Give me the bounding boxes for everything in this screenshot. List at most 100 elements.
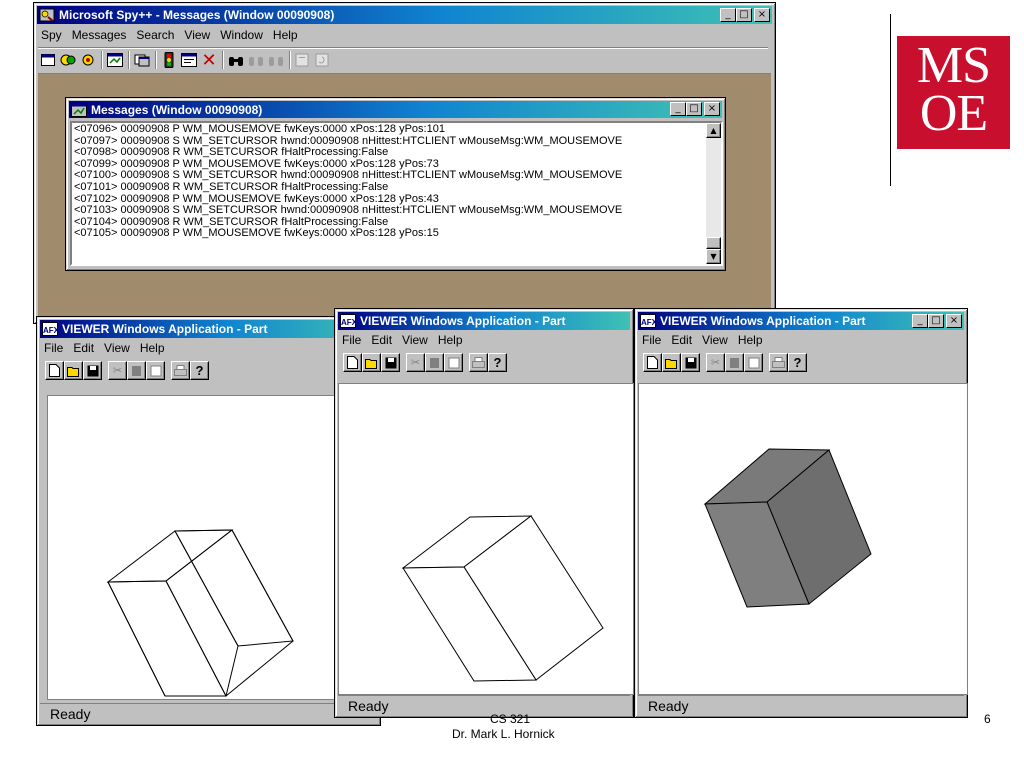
cut-icon[interactable]: ✂ bbox=[108, 361, 127, 380]
messages-title-text: Messages (Window 00090908) bbox=[91, 102, 263, 117]
scroll-up-arrow-icon[interactable]: ▲ bbox=[706, 123, 721, 138]
scroll-thumb[interactable] bbox=[706, 237, 721, 249]
messages-title-bar[interactable]: Messages (Window 00090908) bbox=[69, 101, 722, 118]
menu-file[interactable]: File bbox=[339, 331, 368, 349]
close-button[interactable]: × bbox=[754, 8, 770, 22]
menu-edit[interactable]: Edit bbox=[70, 339, 101, 357]
menu-file[interactable]: File bbox=[41, 339, 70, 357]
paste-icon[interactable] bbox=[444, 353, 463, 372]
toolbar-separator bbox=[155, 51, 156, 69]
menu-window[interactable]: Window bbox=[217, 26, 270, 44]
menu-file[interactable]: File bbox=[639, 331, 668, 349]
logo-line-1: MS bbox=[916, 37, 991, 94]
copy-icon[interactable] bbox=[425, 353, 444, 372]
menu-spy[interactable]: Spy bbox=[38, 26, 69, 44]
viewer-title-text: VIEWER Windows Application - Part bbox=[62, 322, 268, 336]
minimize-button[interactable]: _ bbox=[720, 8, 736, 22]
menu-help[interactable]: Help bbox=[137, 339, 172, 357]
viewer-toolbar: ✂ ? bbox=[45, 361, 215, 380]
viewer-title-bar[interactable]: AFX VIEWER Windows Application - Part bbox=[40, 320, 377, 338]
paste-icon[interactable] bbox=[744, 353, 763, 372]
menu-edit[interactable]: Edit bbox=[368, 331, 399, 349]
minimize-button[interactable]: _ bbox=[670, 102, 686, 116]
cut-icon[interactable]: ✂ bbox=[406, 353, 425, 372]
help-about-icon[interactable]: ? bbox=[488, 353, 507, 372]
viewer-title-text: VIEWER Windows Application - Part bbox=[660, 314, 866, 328]
message-log-list[interactable]: <07096> 00090908 P WM_MOUSEMOVE fwKeys:0… bbox=[70, 121, 723, 266]
menu-help[interactable]: Help bbox=[435, 331, 470, 349]
viewer-menubar: File Edit View Help bbox=[41, 339, 172, 357]
menu-view[interactable]: View bbox=[399, 331, 435, 349]
close-button[interactable]: × bbox=[704, 102, 720, 116]
messages-window-icon bbox=[71, 102, 87, 117]
menu-edit[interactable]: Edit bbox=[668, 331, 699, 349]
viewer-title-bar[interactable]: AFX VIEWER Windows Application - Part bbox=[338, 312, 630, 330]
viewer-app-icon: AFX bbox=[640, 314, 656, 328]
message-options-icon[interactable] bbox=[179, 51, 199, 69]
open-folder-icon[interactable] bbox=[362, 353, 381, 372]
print-icon[interactable] bbox=[769, 353, 788, 372]
msoe-logo: MS OE bbox=[897, 36, 1010, 149]
log-line: <07101> 00090908 R WM_SETCURSOR fHaltPro… bbox=[74, 180, 389, 193]
menu-help[interactable]: Help bbox=[270, 26, 305, 44]
menu-view[interactable]: View bbox=[699, 331, 735, 349]
open-folder-icon[interactable] bbox=[64, 361, 83, 380]
viewer-canvas[interactable] bbox=[338, 383, 634, 695]
viewer-title-text: VIEWER Windows Application - Part bbox=[360, 314, 566, 328]
menu-help[interactable]: Help bbox=[735, 331, 770, 349]
find-prev-icon[interactable] bbox=[266, 51, 286, 69]
spy-toolbar: ✕ bbox=[38, 47, 768, 72]
help-about-icon[interactable]: ? bbox=[788, 353, 807, 372]
properties-icon[interactable] bbox=[293, 51, 313, 69]
save-disk-icon[interactable] bbox=[681, 353, 700, 372]
threads-icon[interactable] bbox=[78, 51, 98, 69]
spy-title-bar[interactable]: Microsoft Spy++ - Messages (Window 00090… bbox=[37, 6, 772, 24]
minimize-button[interactable]: _ bbox=[912, 314, 928, 328]
menu-search[interactable]: Search bbox=[133, 26, 181, 44]
log-line: <07096> 00090908 P WM_MOUSEMOVE fwKeys:0… bbox=[74, 123, 445, 135]
spy-title-text: Microsoft Spy++ - Messages (Window 00090… bbox=[59, 8, 335, 22]
start-logging-icon[interactable] bbox=[159, 51, 179, 69]
menu-view[interactable]: View bbox=[101, 339, 137, 357]
copy-icon[interactable] bbox=[127, 361, 146, 380]
scroll-down-arrow-icon[interactable]: ▼ bbox=[706, 249, 721, 264]
save-disk-icon[interactable] bbox=[381, 353, 400, 372]
find-window-icon[interactable] bbox=[132, 51, 152, 69]
footer-page-number: 6 bbox=[984, 712, 991, 726]
viewer-canvas[interactable] bbox=[638, 383, 968, 695]
print-icon[interactable] bbox=[469, 353, 488, 372]
status-bar: Ready bbox=[40, 703, 377, 723]
maximize-button[interactable]: □ bbox=[736, 8, 752, 22]
open-folder-icon[interactable] bbox=[662, 353, 681, 372]
footer-course: CS 321 bbox=[490, 712, 531, 726]
menu-view[interactable]: View bbox=[181, 26, 217, 44]
menu-messages[interactable]: Messages bbox=[69, 26, 134, 44]
status-bar: Ready bbox=[638, 695, 964, 715]
cut-icon[interactable]: ✂ bbox=[706, 353, 725, 372]
save-disk-icon[interactable] bbox=[83, 361, 102, 380]
copy-icon[interactable] bbox=[725, 353, 744, 372]
windows-icon[interactable] bbox=[38, 51, 58, 69]
help-about-icon[interactable]: ? bbox=[190, 361, 209, 380]
maximize-button[interactable]: □ bbox=[686, 102, 702, 116]
find-binoculars-icon[interactable] bbox=[226, 51, 246, 69]
message-log-lines: <07096> 00090908 P WM_MOUSEMOVE fwKeys:0… bbox=[74, 123, 622, 240]
new-file-icon[interactable] bbox=[45, 361, 64, 380]
viewer-canvas[interactable] bbox=[47, 395, 375, 700]
new-file-icon[interactable] bbox=[643, 353, 662, 372]
toolbar-separator bbox=[222, 51, 223, 69]
clear-log-icon[interactable]: ✕ bbox=[199, 50, 219, 71]
new-file-icon[interactable] bbox=[343, 353, 362, 372]
maximize-button[interactable]: □ bbox=[928, 314, 944, 328]
refresh-icon[interactable] bbox=[313, 51, 333, 69]
vertical-scrollbar[interactable]: ▲ ▼ bbox=[706, 123, 721, 264]
viewer-window-hidden-line: AFX VIEWER Windows Application - Part Fi… bbox=[334, 308, 634, 718]
paste-icon[interactable] bbox=[146, 361, 165, 380]
print-icon[interactable] bbox=[171, 361, 190, 380]
close-button[interactable]: × bbox=[946, 314, 962, 328]
processes-icon[interactable] bbox=[58, 51, 78, 69]
find-next-icon[interactable] bbox=[246, 51, 266, 69]
viewer-menubar: File Edit View Help bbox=[639, 331, 770, 349]
messages-icon[interactable] bbox=[105, 51, 125, 69]
cube-hidden-line bbox=[401, 515, 604, 682]
